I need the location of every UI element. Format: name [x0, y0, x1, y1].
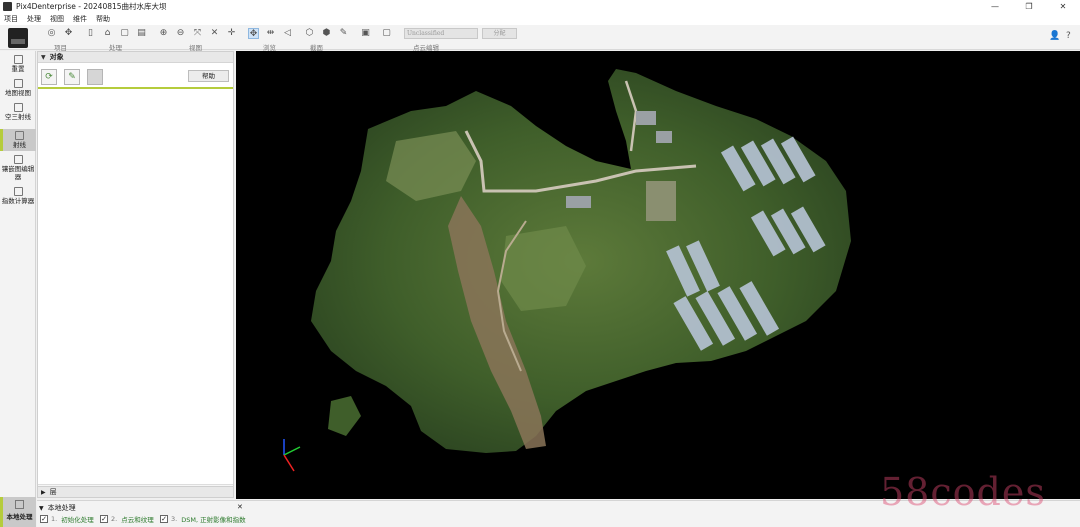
layers-panel-header[interactable]: ▶ 层 [37, 486, 234, 498]
calculator-icon [13, 187, 23, 196]
close-button[interactable]: ✕ [1046, 0, 1080, 13]
home-icon [13, 55, 23, 64]
window-controls: — ❐ ✕ [978, 0, 1080, 13]
fly-icon[interactable]: ◁ [282, 28, 293, 39]
move-icon[interactable]: ✥ [63, 28, 74, 39]
sidebar-item-rays[interactable]: 空三射线 [0, 103, 36, 121]
axis-gizmo-icon [283, 439, 301, 472]
menu-project[interactable]: 项目 [4, 14, 18, 24]
left-sidebar: 重置 地图视图 空三射线 射线 镶嵌图编辑器 指数计算器 本地处理 [0, 51, 36, 527]
expand-triangle-icon: ▶ [41, 488, 46, 496]
step-initial-processing[interactable]: ✓ 1. 初始化处理 [40, 514, 94, 524]
refresh-icon[interactable]: ⟳ [41, 69, 57, 85]
app-icon [3, 2, 12, 11]
sidebar-item-mosaic-editor[interactable]: 镶嵌图编辑器 [0, 155, 36, 181]
edit-object-icon[interactable]: ✎ [64, 69, 80, 85]
cube-icon[interactable]: ⬢ [321, 28, 332, 39]
objects-panel: ▼ 对象 ⟳ ✎ 帮助 [37, 51, 234, 491]
toolbar: ◎ ✥ 项目 ▯ ⌂ ▢ ▤ 处理 ⊕ ⊖ ⤧ ✕ ✛ 视图 ✥ ⇹ ◁ 浏览 … [0, 25, 1080, 52]
user-icon[interactable]: 👤 [1049, 31, 1060, 41]
step-dsm-orthomosaic[interactable]: ✓ 3. DSM, 正射影像和指数 [160, 514, 246, 524]
zoom-in-icon[interactable]: ⊕ [158, 28, 169, 39]
sidebar-item-raycloud[interactable]: 射线 [0, 129, 36, 151]
class-select[interactable]: Unclassified [404, 28, 478, 39]
sidebar-item-map-view[interactable]: 地图视图 [0, 79, 36, 97]
project-icon[interactable]: ◎ [46, 28, 57, 39]
watermark: 58codes [880, 470, 1046, 514]
center-icon[interactable]: ✛ [226, 28, 237, 39]
brush-icon[interactable]: ✎ [338, 28, 349, 39]
process-icon[interactable]: ⌂ [102, 28, 113, 39]
help-icon[interactable]: ? [1066, 31, 1071, 41]
collapse-triangle-icon: ▼ [41, 53, 46, 61]
step-checkbox[interactable]: ✓ [100, 515, 108, 523]
assign-button[interactable]: 分配 [482, 28, 517, 39]
app-window: Pix4Denterprise - 20240815曲村水库大坝 — ❐ ✕ 项… [0, 0, 1080, 527]
menu-bar: 项目 处理 视图 维件 帮助 [0, 13, 1080, 25]
section-icon[interactable]: ⬡ [304, 28, 315, 39]
processing-header[interactable]: ▼ 本地处理 [39, 503, 76, 513]
title-bar: Pix4Denterprise - 20240815曲村水库大坝 — ❐ ✕ [0, 0, 1080, 13]
delete-object-icon[interactable] [87, 69, 103, 85]
navigate-icon[interactable]: ✥ [248, 28, 259, 39]
sidebar-item-reset[interactable]: 重置 [0, 55, 36, 73]
point-cloud-render [283, 69, 851, 472]
rays-icon [13, 103, 23, 112]
menu-view[interactable]: 视图 [50, 14, 64, 24]
expand-icon[interactable]: ✕ [209, 28, 220, 39]
close-icon[interactable]: ✕ [237, 503, 243, 511]
processing-icon [15, 500, 24, 509]
3d-viewport[interactable] [236, 51, 1080, 499]
step-point-cloud-mesh[interactable]: ✓ 2. 点云和纹理 [100, 514, 154, 524]
zoom-out-icon[interactable]: ⊖ [175, 28, 186, 39]
file-icon[interactable]: ▯ [85, 28, 96, 39]
window-title: Pix4Denterprise - 20240815曲村水库大坝 [16, 2, 167, 11]
step-checkbox[interactable]: ✓ [160, 515, 168, 523]
objects-toolbar: ⟳ ✎ 帮助 [38, 63, 233, 89]
step-checkbox[interactable]: ✓ [40, 515, 48, 523]
export-icon[interactable]: ▤ [136, 28, 147, 39]
cylinder-icon [15, 131, 24, 140]
menu-help[interactable]: 帮助 [96, 14, 110, 24]
mosaic-icon [13, 155, 23, 164]
map-icon [13, 79, 23, 88]
collapse-triangle-icon: ▼ [39, 504, 44, 512]
orbit-icon[interactable]: ⇹ [265, 28, 276, 39]
menu-edit[interactable]: 维件 [73, 14, 87, 24]
terrain-fragment [328, 396, 361, 436]
select-box-icon[interactable]: ▣ [360, 28, 371, 39]
help-button[interactable]: 帮助 [188, 70, 229, 82]
layer-icon[interactable]: ▢ [119, 28, 130, 39]
sidebar-item-index-calculator[interactable]: 指数计算器 [0, 187, 36, 205]
pix4d-logo [8, 28, 28, 48]
minimize-button[interactable]: — [978, 0, 1012, 13]
menu-process[interactable]: 处理 [27, 14, 41, 24]
sidebar-item-local-processing[interactable]: 本地处理 [0, 497, 36, 527]
color-swatch-icon[interactable]: ▢ [381, 28, 392, 39]
objects-panel-header[interactable]: ▼ 对象 [38, 52, 233, 63]
fit-view-icon[interactable]: ⤧ [192, 28, 203, 39]
maximize-button[interactable]: ❐ [1012, 0, 1046, 13]
